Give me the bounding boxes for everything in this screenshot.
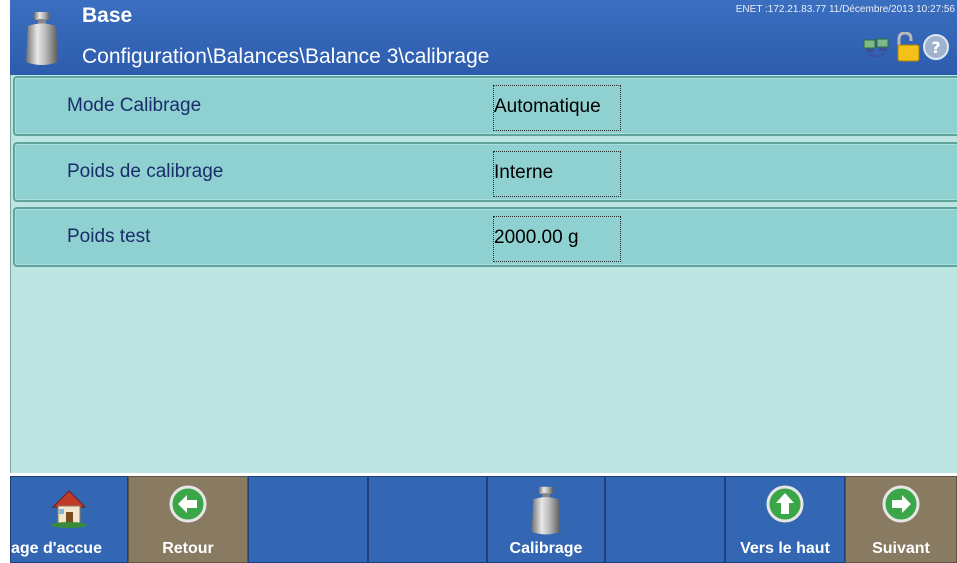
softkey-bar: age d'accue Retour Calibrage Vers le hau… <box>0 473 957 563</box>
arrow-right-icon <box>882 485 920 523</box>
row-poids-de-calibrage[interactable]: Poids de calibrage Interne <box>13 142 957 202</box>
header-bar: Base Configuration\Balances\Balance 3\ca… <box>10 0 957 75</box>
arrow-left-icon <box>169 485 207 523</box>
svg-text:?: ? <box>931 38 940 57</box>
arrow-up-icon <box>766 485 804 523</box>
home-icon <box>51 490 87 528</box>
network-icon <box>863 38 889 57</box>
home-button-label: age d'accue <box>11 540 102 557</box>
back-button-label: Retour <box>162 540 214 557</box>
header-icons: ? <box>863 32 949 62</box>
weight-icon <box>26 12 58 65</box>
row-poids-test[interactable]: Poids test 2000.00 g <box>13 207 957 267</box>
help-icon[interactable]: ? <box>923 34 949 60</box>
back-button[interactable]: Retour <box>128 476 248 563</box>
unlock-icon[interactable] <box>895 32 921 62</box>
row-label: Poids de calibrage <box>67 161 224 182</box>
row-value-field[interactable]: Interne <box>493 151 621 197</box>
breadcrumb: Configuration\Balances\Balance 3\calibra… <box>82 45 490 68</box>
weight-icon <box>531 486 561 535</box>
status-info: ENET :172.21.83.77 11/Décembre/2013 10:2… <box>735 4 955 15</box>
row-label: Poids test <box>67 226 151 247</box>
calibrate-button-label: Calibrage <box>509 540 583 557</box>
scroll-up-button-label: Vers le haut <box>740 540 830 557</box>
calibrate-button[interactable]: Calibrage <box>487 476 605 563</box>
next-button[interactable]: Suivant <box>845 476 957 563</box>
next-button-label: Suivant <box>872 540 930 557</box>
row-value-field[interactable]: 2000.00 g <box>493 216 621 262</box>
home-button[interactable]: age d'accue <box>10 476 128 563</box>
page-title: Base <box>82 4 133 27</box>
row-label: Mode Calibrage <box>67 95 202 116</box>
softkey-empty-6[interactable] <box>605 476 725 563</box>
row-value-field[interactable]: Automatique <box>493 85 621 131</box>
row-mode-calibrage[interactable]: Mode Calibrage Automatique <box>13 76 957 136</box>
softkey-empty-4[interactable] <box>368 476 487 563</box>
softkey-empty-3[interactable] <box>248 476 368 563</box>
scroll-up-button[interactable]: Vers le haut <box>725 476 845 563</box>
content-area: Mode Calibrage Automatique Poids de cali… <box>10 75 957 473</box>
